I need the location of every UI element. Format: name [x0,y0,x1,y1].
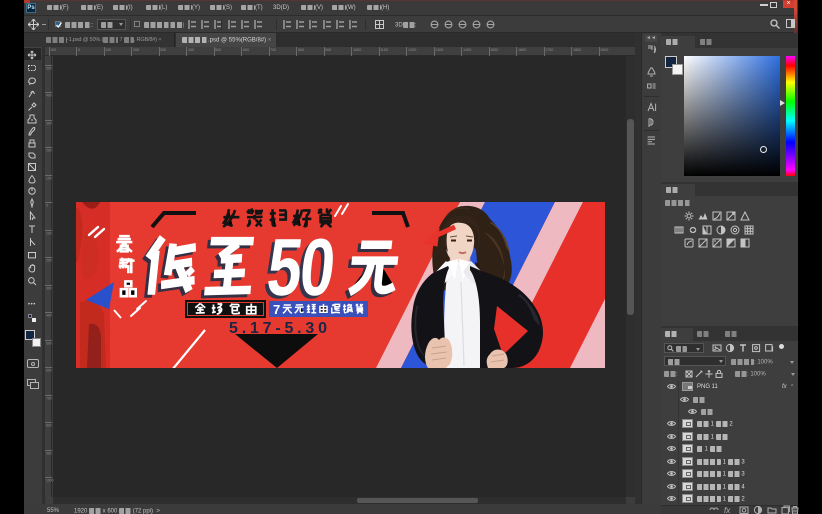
svg-text:50: 50 [263,223,339,313]
svg-text:7: 7 [273,302,280,317]
svg-text:fx: fx [724,506,731,514]
